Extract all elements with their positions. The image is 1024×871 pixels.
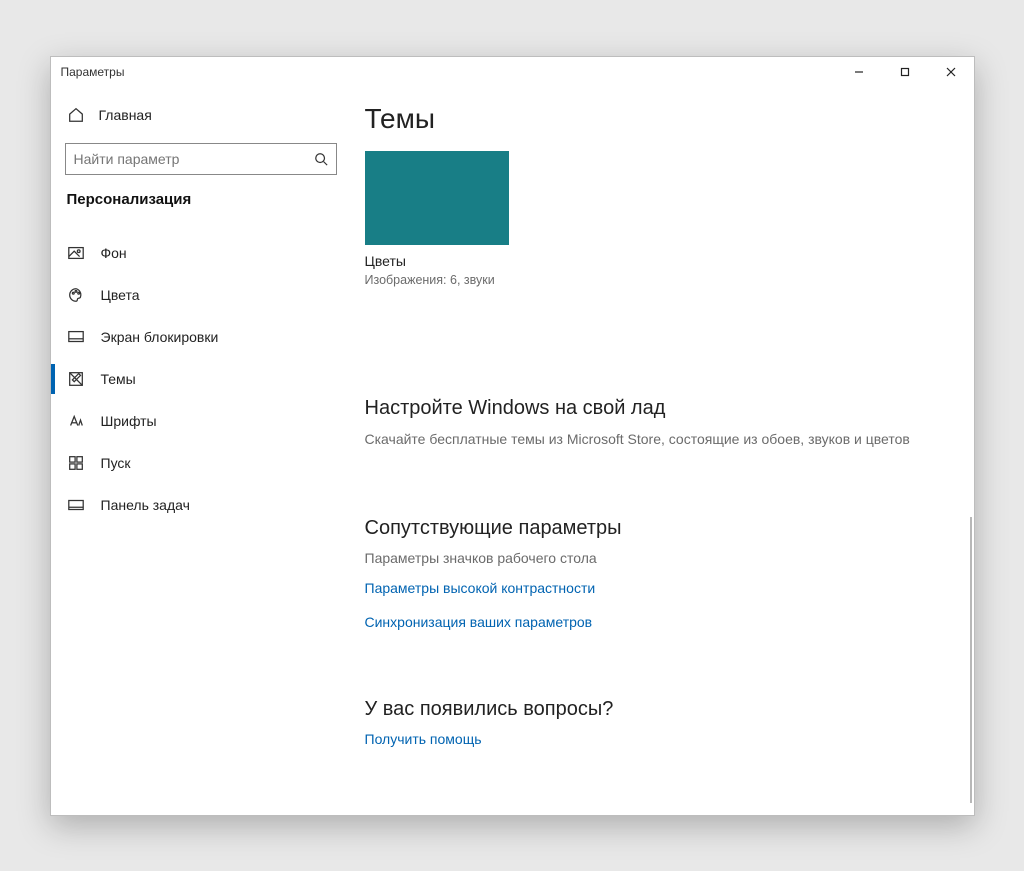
window-title: Параметры — [61, 65, 836, 79]
sidebar-item-background[interactable]: Фон — [51, 232, 351, 274]
sidebar-item-label: Фон — [101, 245, 127, 261]
sidebar-item-label: Шрифты — [101, 413, 157, 429]
minimize-button[interactable] — [836, 57, 882, 87]
customize-desc: Скачайте бесплатные темы из Microsoft St… — [365, 430, 944, 450]
picture-icon — [67, 244, 85, 262]
titlebar: Параметры — [51, 57, 974, 87]
minimize-icon — [854, 67, 864, 77]
sidebar-item-label: Цвета — [101, 287, 140, 303]
main-content: Темы Цветы Изображения: 6, звуки Настрой… — [351, 87, 974, 815]
maximize-button[interactable] — [882, 57, 928, 87]
related-heading: Сопутствующие параметры — [365, 517, 944, 540]
sidebar-item-label: Пуск — [101, 455, 131, 471]
theme-preview[interactable] — [365, 151, 509, 245]
search-icon — [314, 152, 328, 166]
sidebar-item-label: Панель задач — [101, 497, 190, 513]
nav-list: Фон Цвета Экран блокировки — [51, 232, 351, 526]
theme-name: Цветы — [365, 253, 944, 269]
related-sub: Параметры значков рабочего стола — [365, 550, 944, 566]
taskbar-icon — [67, 496, 85, 514]
sidebar-item-fonts[interactable]: Шрифты — [51, 400, 351, 442]
close-icon — [946, 67, 956, 77]
link-get-help[interactable]: Получить помощь — [365, 731, 944, 747]
fonts-icon — [67, 412, 85, 430]
window-controls — [836, 57, 974, 87]
sidebar-item-label: Экран блокировки — [101, 329, 219, 345]
search-input[interactable] — [74, 151, 314, 167]
page-title: Темы — [365, 103, 944, 135]
customize-section: Настройте Windows на свой лад Скачайте б… — [365, 397, 944, 450]
sidebar-item-taskbar[interactable]: Панель задач — [51, 484, 351, 526]
sidebar-item-themes[interactable]: Темы — [51, 358, 351, 400]
start-icon — [67, 454, 85, 472]
close-button[interactable] — [928, 57, 974, 87]
sidebar-section-title: Персонализация — [51, 189, 351, 222]
sidebar-item-lockscreen[interactable]: Экран блокировки — [51, 316, 351, 358]
home-label: Главная — [99, 107, 152, 123]
lockscreen-icon — [67, 328, 85, 346]
sidebar-item-label: Темы — [101, 371, 136, 387]
settings-window: Параметры Главная — [50, 56, 975, 816]
link-sync-settings[interactable]: Синхронизация ваших параметров — [365, 614, 944, 630]
search-box[interactable] — [65, 143, 337, 175]
scrollbar[interactable] — [970, 517, 972, 803]
home-button[interactable]: Главная — [51, 95, 351, 135]
themes-icon — [67, 370, 85, 388]
help-section: У вас появились вопросы? Получить помощь — [365, 698, 944, 747]
link-high-contrast[interactable]: Параметры высокой контрастности — [365, 580, 944, 596]
help-heading: У вас появились вопросы? — [365, 698, 944, 721]
theme-meta: Изображения: 6, звуки — [365, 273, 944, 287]
customize-heading: Настройте Windows на свой лад — [365, 397, 944, 420]
sidebar: Главная Персонализация Фон — [51, 87, 351, 815]
maximize-icon — [900, 67, 910, 77]
home-icon — [67, 106, 85, 124]
sidebar-item-colors[interactable]: Цвета — [51, 274, 351, 316]
related-section: Сопутствующие параметры Параметры значко… — [365, 517, 944, 630]
sidebar-item-start[interactable]: Пуск — [51, 442, 351, 484]
palette-icon — [67, 286, 85, 304]
